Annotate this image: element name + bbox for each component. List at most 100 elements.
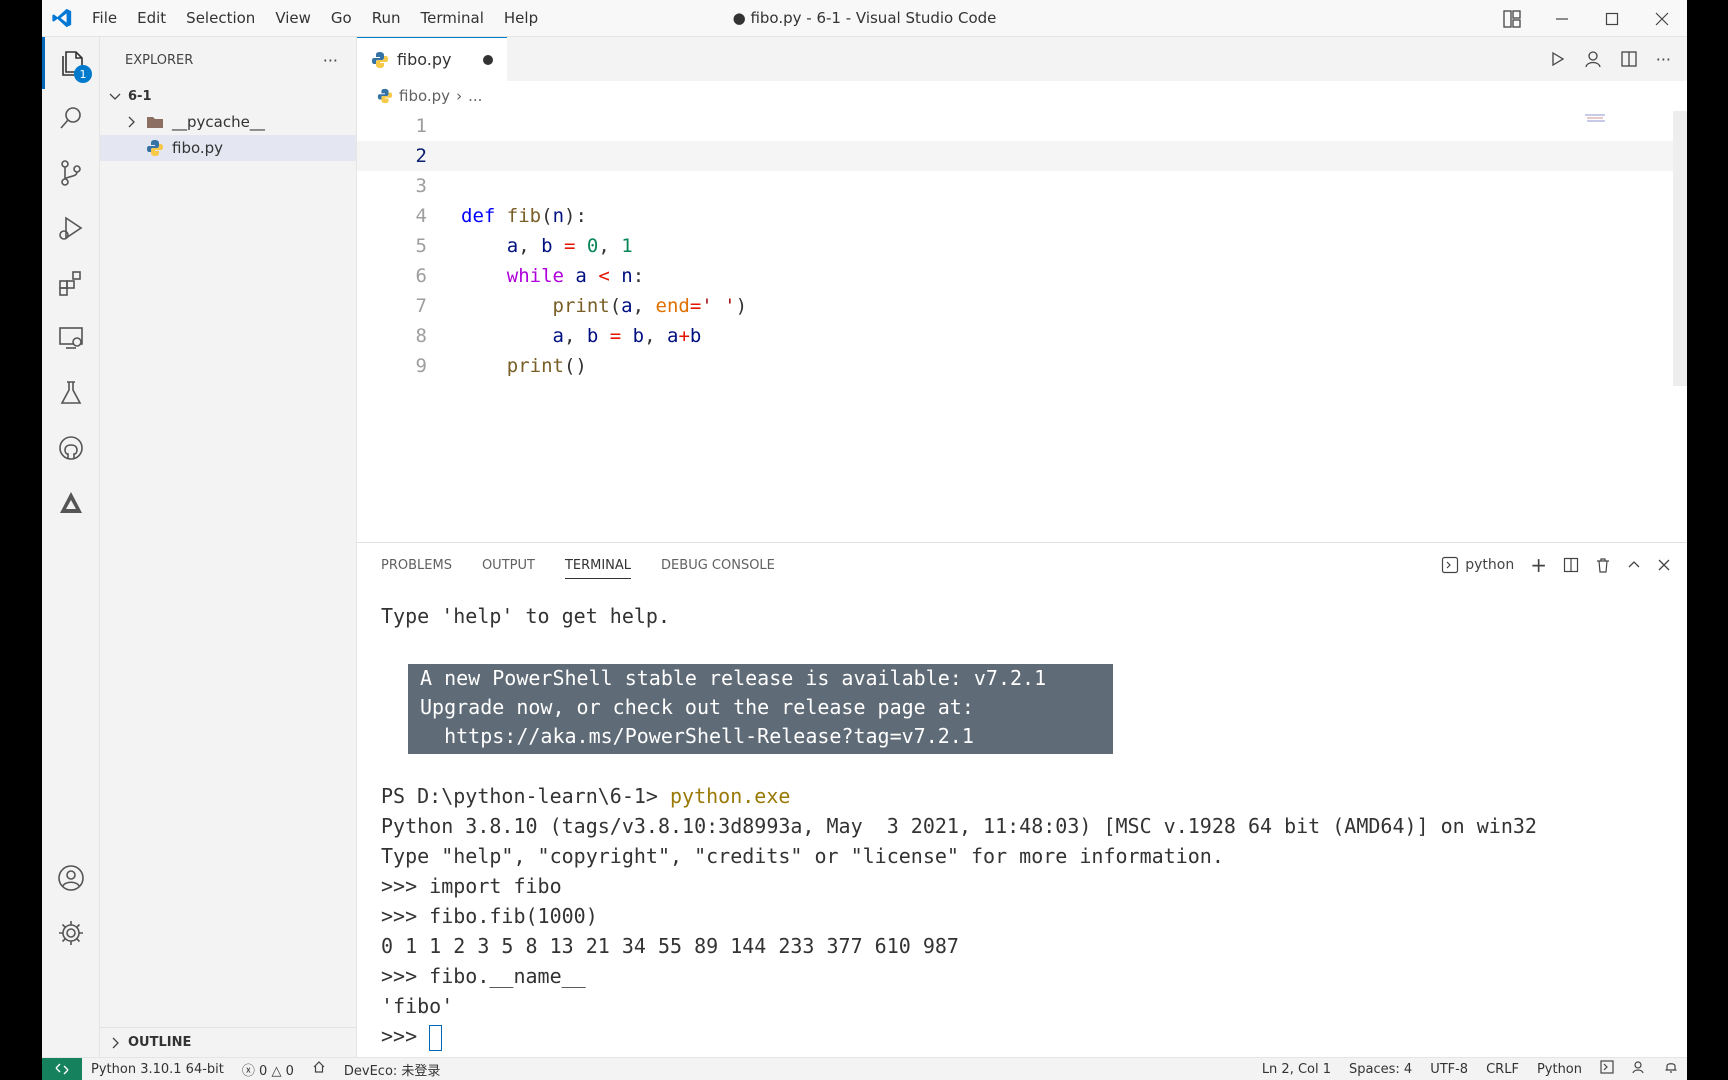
menu-view[interactable]: View <box>265 0 321 37</box>
terminal-line: >>> fibo.fib(1000) <box>381 904 598 928</box>
code-line[interactable]: 1 <box>357 111 1687 141</box>
code-text: def fib(n): <box>461 205 587 227</box>
run-python-file-icon[interactable] <box>1550 51 1566 67</box>
folder-root[interactable]: 6-1 <box>100 83 356 109</box>
breadcrumb-separator-icon: › <box>456 87 463 105</box>
deveco-icon[interactable] <box>42 477 100 529</box>
python-icon <box>147 140 163 156</box>
code-line[interactable]: 3 <box>357 171 1687 201</box>
breadcrumb-file[interactable]: fibo.py <box>399 87 450 105</box>
menu-terminal[interactable]: Terminal <box>411 0 494 37</box>
trash-icon[interactable] <box>1595 557 1611 573</box>
status-bar: Python 3.10.1 64-bit ⓧ 0 △ 0 DevEco: 未登录… <box>42 1057 1687 1080</box>
indentation[interactable]: Spaces: 4 <box>1340 1062 1421 1077</box>
code-line-current[interactable]: 2 <box>357 141 1687 171</box>
vscode-window: File Edit Selection View Go Run Terminal… <box>42 0 1687 1080</box>
code-text: a, b = 0, 1 <box>506 235 633 257</box>
warning-icon: △ <box>271 1063 282 1079</box>
account-icon[interactable] <box>1584 50 1602 68</box>
tree-item-label: fibo.py <box>172 139 224 157</box>
terminal-cursor <box>429 1024 443 1051</box>
minimize-button[interactable] <box>1537 0 1587 37</box>
new-terminal-plus-icon[interactable]: + <box>1530 553 1547 577</box>
code-line[interactable]: 6 while a < n: <box>357 261 1687 291</box>
error-icon: ⓧ <box>241 1063 255 1079</box>
breadcrumb: fibo.py › ... <box>357 81 1687 111</box>
menu-selection[interactable]: Selection <box>176 0 265 37</box>
explorer-icon[interactable]: 1 <box>42 37 100 89</box>
warning-count: 0 <box>285 1063 294 1079</box>
run-debug-icon[interactable] <box>42 202 100 254</box>
encoding[interactable]: UTF-8 <box>1421 1062 1477 1077</box>
remote-indicator-icon[interactable] <box>42 1057 82 1080</box>
close-button[interactable] <box>1637 0 1687 37</box>
editor-area: fibo.py ··· fibo.py › ... 1 2 3 4 def fib… <box>357 37 1687 542</box>
more-actions-icon[interactable]: ··· <box>1656 50 1671 69</box>
breadcrumb-more[interactable]: ... <box>468 87 482 105</box>
line-number: 3 <box>415 175 427 197</box>
split-terminal-icon[interactable] <box>1563 557 1579 573</box>
split-editor-icon[interactable] <box>1620 50 1638 68</box>
explorer-more-button[interactable]: ··· <box>323 51 338 70</box>
terminal-icon <box>1442 556 1459 574</box>
tab-problems[interactable]: PROBLEMS <box>381 543 452 587</box>
home-icon[interactable] <box>303 1060 335 1078</box>
extensions-icon[interactable] <box>42 257 100 309</box>
notifications-bell-icon[interactable] <box>1655 1060 1687 1078</box>
menu-file[interactable]: File <box>82 0 127 37</box>
maximize-button[interactable] <box>1587 0 1637 37</box>
source-control-icon[interactable] <box>42 147 100 199</box>
code-line[interactable]: 5 a, b = 0, 1 <box>357 231 1687 261</box>
code-line[interactable]: 8 a, b = b, a+b <box>357 321 1687 351</box>
tree-item-pycache[interactable]: __pycache__ <box>100 109 356 135</box>
accounts-icon[interactable] <box>42 852 100 904</box>
tab-debug-console[interactable]: DEBUG CONSOLE <box>661 543 775 587</box>
testing-icon[interactable] <box>42 367 100 419</box>
deveco-status[interactable]: DevEco: 未登录 <box>335 1060 450 1079</box>
cursor-position[interactable]: Ln 2, Col 1 <box>1253 1062 1340 1077</box>
code-text: print(a, end=' ') <box>552 295 748 317</box>
code-line[interactable]: 4 def fib(n): <box>357 201 1687 231</box>
tab-fibo-py[interactable]: fibo.py <box>357 37 507 81</box>
tab-terminal[interactable]: TERMINAL <box>564 543 632 587</box>
terminal-command: python.exe <box>669 784 791 808</box>
terminal-shell-selector[interactable]: python <box>1441 556 1514 574</box>
terminal-line: Python 3.8.10 (tags/v3.8.10:3d8993a, May… <box>381 814 1537 838</box>
problems-indicator[interactable]: ⓧ 0 △ 0 <box>233 1060 303 1079</box>
feedback-icon[interactable] <box>1623 1060 1655 1078</box>
menu-edit[interactable]: Edit <box>127 0 176 37</box>
line-number: 1 <box>415 115 427 137</box>
bottom-panel: PROBLEMS OUTPUT TERMINAL DEBUG CONSOLE p… <box>357 542 1687 1057</box>
end-of-line[interactable]: CRLF <box>1477 1062 1528 1077</box>
code-text: a, b = b, a+b <box>552 325 702 347</box>
remote-explorer-icon[interactable] <box>42 312 100 364</box>
unsaved-dot-icon[interactable] <box>483 55 493 65</box>
tab-output[interactable]: OUTPUT <box>482 543 535 587</box>
menu-run[interactable]: Run <box>362 0 411 37</box>
minimap[interactable] <box>1583 111 1673 125</box>
vscode-logo-icon <box>42 0 82 37</box>
explorer-sidebar: EXPLORER ··· 6-1 __pycache__ fibo.py OUT… <box>100 37 357 1057</box>
terminal-shell-label: python <box>1465 557 1515 573</box>
menu-go[interactable]: Go <box>321 0 362 37</box>
menu-help[interactable]: Help <box>494 0 548 37</box>
tree-item-fibo[interactable]: fibo.py <box>100 135 356 161</box>
github-icon[interactable] <box>42 422 100 474</box>
code-text: while a < n: <box>506 265 645 287</box>
layout-icon[interactable] <box>1487 0 1537 37</box>
line-number: 8 <box>415 325 427 347</box>
language-mode[interactable]: Python <box>1528 1062 1591 1077</box>
close-panel-icon[interactable] <box>1657 558 1671 572</box>
terminal-line: 0 1 1 2 3 5 8 13 21 34 55 89 144 233 377… <box>381 934 959 958</box>
chevron-up-icon[interactable] <box>1627 558 1641 572</box>
editor-scrollbar[interactable] <box>1673 111 1687 386</box>
terminal-status-icon[interactable] <box>1591 1060 1623 1078</box>
search-icon[interactable] <box>42 92 100 144</box>
code-line[interactable]: 7 print(a, end=' ') <box>357 291 1687 321</box>
code-line[interactable]: 9 print() <box>357 351 1687 381</box>
python-interpreter[interactable]: Python 3.10.1 64-bit <box>82 1062 233 1077</box>
settings-gear-icon[interactable] <box>42 907 100 959</box>
menu-bar: File Edit Selection View Go Run Terminal… <box>82 0 548 37</box>
outline-section[interactable]: OUTLINE <box>100 1027 356 1057</box>
code-editor[interactable]: 1 2 3 4 def fib(n): 5 a, b = 0, 1 6 while… <box>357 111 1687 381</box>
